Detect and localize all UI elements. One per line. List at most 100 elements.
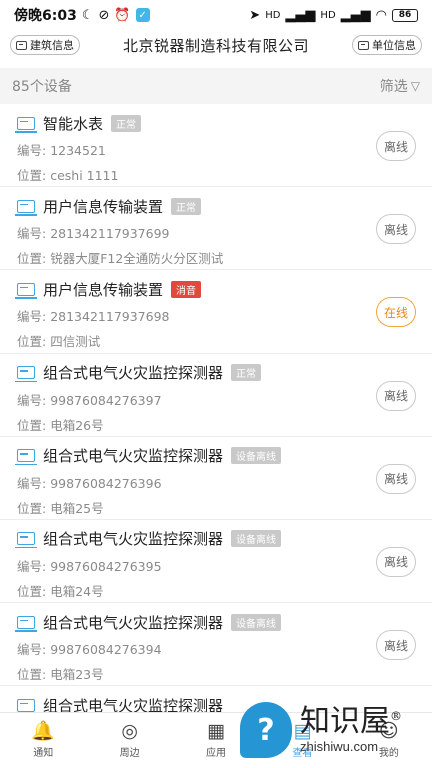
filter-button[interactable]: 筛选 ▽: [380, 76, 420, 96]
device-name: 用户信息传输装置: [43, 197, 164, 216]
location-icon: ◎: [121, 720, 138, 742]
watermark-logo-icon: ?: [240, 702, 292, 758]
device-location-label: 位置:: [17, 583, 47, 599]
device-location: 锐器大厦F12全通防火分区测试: [50, 251, 224, 267]
device-card[interactable]: 用户信息传输装置 消音 编号: 281342117937698 位置: 四信测试…: [0, 270, 432, 354]
device-code-row: 编号: 1234521: [17, 140, 416, 159]
device-card[interactable]: 用户信息传输装置 正常 编号: 281342117937699 位置: 锐器大厦…: [0, 187, 432, 271]
status-time: 傍晚6:03: [14, 8, 77, 24]
device-location: ceshi 1111: [50, 168, 119, 183]
building-info-button[interactable]: 建筑信息: [10, 35, 80, 55]
watermark: ? 知识屋® zhishiwu.com: [240, 692, 430, 768]
online-status-button[interactable]: 离线: [376, 463, 416, 494]
device-location-row: 位置: 电箱23号: [17, 664, 416, 683]
device-location: 电箱26号: [50, 417, 104, 433]
page-title: 北京锐器制造科技有限公司: [122, 36, 309, 55]
device-code-label: 编号:: [17, 475, 47, 491]
device-code: 1234521: [50, 143, 106, 158]
device-code: 99876084276396: [50, 475, 162, 491]
device-code-label: 编号:: [17, 226, 47, 242]
device-card[interactable]: 组合式电气火灾监控探测器 设备离线 编号: 99876084276394 位置:…: [0, 603, 432, 687]
nav-nearby[interactable]: ◎ 周边: [86, 713, 172, 768]
device-name: 组合式电气火灾监控探测器: [43, 613, 224, 632]
device-location: 电箱24号: [50, 583, 104, 599]
device-icon: [15, 116, 37, 133]
device-icon: [15, 199, 37, 216]
device-icon: [15, 366, 37, 383]
status-badge: 设备离线: [231, 613, 282, 631]
device-card[interactable]: 智能水表 正常 编号: 1234521 位置: ceshi 1111 离线: [0, 104, 432, 188]
bell-icon: 🔔: [31, 720, 56, 742]
alarm-clock-icon: ⏰: [114, 7, 131, 23]
device-icon: [15, 532, 37, 549]
device-location-row: 位置: 电箱24号: [17, 581, 416, 600]
online-status-button[interactable]: 离线: [376, 546, 416, 577]
device-code-label: 编号:: [17, 558, 47, 574]
status-badge: 正常: [171, 197, 202, 215]
device-code-label: 编号:: [17, 392, 47, 408]
device-location-row: 位置: ceshi 1111: [17, 165, 416, 184]
device-code-label: 编号:: [17, 309, 47, 325]
device-location: 电箱23号: [50, 667, 104, 683]
device-name: 用户信息传输装置: [43, 280, 164, 299]
status-badge: 设备离线: [231, 530, 282, 548]
device-location-label: 位置:: [17, 251, 47, 267]
check-badge-icon: ✓: [135, 8, 150, 22]
signal-1-label: HD: [265, 9, 281, 21]
device-icon: [15, 615, 37, 632]
device-name: 智能水表: [43, 114, 104, 133]
signal-1-icon: ▂▄▆: [285, 7, 316, 23]
funnel-icon: ▽: [410, 79, 420, 93]
device-code-label: 编号:: [17, 143, 47, 158]
device-location-label: 位置:: [17, 417, 47, 433]
device-code-row: 编号: 99876084276395: [17, 556, 416, 575]
device-location: 四信测试: [50, 334, 101, 350]
online-status-button[interactable]: 离线: [376, 214, 416, 245]
device-card[interactable]: 组合式电气火灾监控探测器 正常 编号: 99876084276397 位置: 电…: [0, 353, 432, 437]
device-location-label: 位置:: [17, 667, 47, 683]
online-status-button[interactable]: 离线: [376, 380, 416, 411]
nav-apps-label: 应用: [206, 748, 227, 759]
device-list[interactable]: 智能水表 正常 编号: 1234521 位置: ceshi 1111 离线 用户…: [0, 104, 432, 712]
device-location-row: 位置: 锐器大厦F12全通防火分区测试: [17, 248, 416, 267]
device-name: 组合式电气火灾监控探测器: [43, 696, 224, 712]
watermark-en: zhishiwu.com: [300, 738, 379, 754]
device-code-row: 编号: 281342117937698: [17, 306, 416, 325]
watermark-cn: 知识屋®: [300, 703, 402, 739]
device-code-row: 编号: 281342117937699: [17, 223, 416, 242]
online-status-button[interactable]: 离线: [376, 630, 416, 661]
unit-info-button[interactable]: 单位信息: [351, 35, 422, 55]
device-icon: [15, 282, 37, 299]
device-icon: [15, 449, 37, 466]
device-card[interactable]: 组合式电气火灾监控探测器 设备离线 编号: 99876084276396 位置:…: [0, 436, 432, 520]
online-status-button[interactable]: 离线: [376, 131, 416, 161]
nav-notice[interactable]: 🔔 通知: [0, 713, 86, 768]
device-code-row: 编号: 99876084276397: [17, 390, 416, 409]
building-info-label: 建筑信息: [30, 39, 74, 52]
device-location-label: 位置:: [17, 334, 47, 350]
device-location-label: 位置:: [17, 168, 47, 183]
device-code-row: 编号: 99876084276394: [17, 639, 416, 658]
device-code: 99876084276394: [50, 642, 162, 658]
no-disturb-icon: ⊘: [98, 7, 110, 23]
device-icon: [17, 698, 35, 712]
device-card[interactable]: 组合式电气火灾监控探测器 设备离线 编号: 99876084276395 位置:…: [0, 519, 432, 604]
status-badge: 设备离线: [231, 447, 282, 465]
unit-info-label: 单位信息: [371, 39, 416, 52]
status-bar: 傍晚6:03 ☾ ⊘ ⏰ ✓ ➤ HD ▂▄▆ HD ▂▄▆ ◠ 86: [0, 0, 432, 30]
device-code: 99876084276397: [50, 392, 162, 408]
grid-icon: ▦: [207, 720, 225, 742]
filter-label: 筛选: [379, 79, 408, 95]
device-code: 281342117937699: [50, 226, 170, 242]
filter-bar: 85个设备 筛选 ▽: [0, 68, 432, 104]
moon-icon: ☾: [81, 7, 94, 23]
online-status-button[interactable]: 在线: [376, 297, 416, 328]
status-badge: 正常: [231, 364, 262, 382]
device-count: 85个设备: [12, 79, 72, 95]
header: 建筑信息 北京锐器制造科技有限公司 单位信息: [0, 30, 432, 60]
nav-nearby-label: 周边: [119, 748, 140, 759]
location-arrow-icon: ➤: [249, 7, 261, 23]
device-name: 组合式电气火灾监控探测器: [43, 364, 224, 383]
device-location: 电箱25号: [50, 500, 104, 516]
device-location-row: 位置: 电箱26号: [17, 415, 416, 434]
